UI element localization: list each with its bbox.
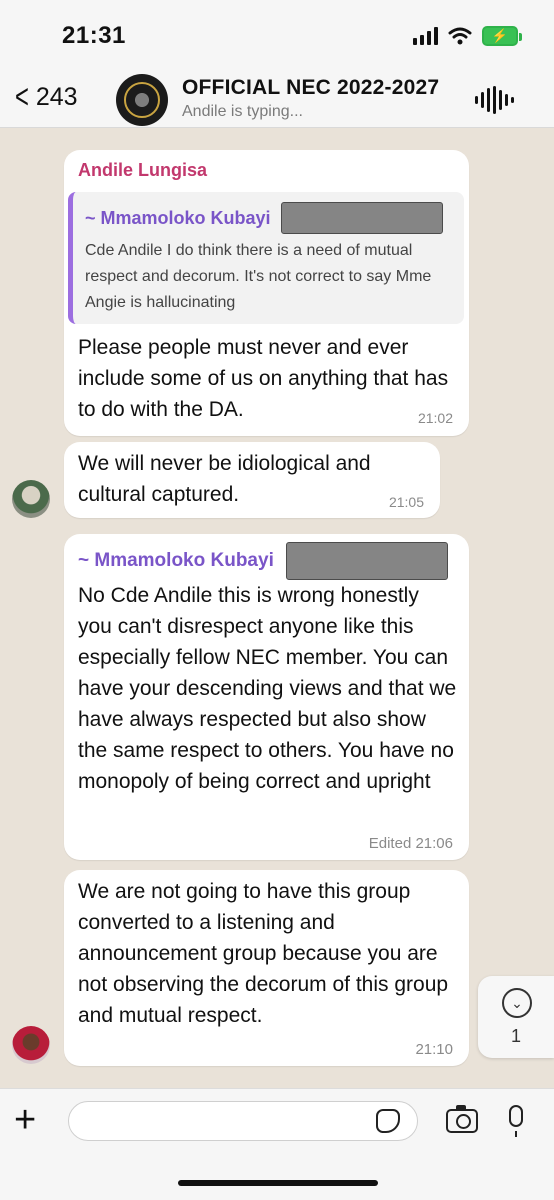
message-time: 21:05 — [388, 494, 424, 510]
message-bubble[interactable]: We will never be idiological and cultura… — [64, 442, 440, 518]
audio-call-icon[interactable] — [475, 86, 514, 114]
message-text: No Cde Andile this is wrong honestly you… — [78, 584, 457, 793]
sender-name[interactable]: ~ Mmamoloko Kubayi — [78, 550, 274, 572]
chevron-down-icon: ⌄ — [502, 988, 532, 1018]
wifi-icon — [448, 27, 472, 45]
status-bar: 21:31 ⚡ — [0, 0, 554, 72]
group-title[interactable]: OFFICIAL NEC 2022-2027 — [182, 76, 439, 100]
sender-avatar[interactable] — [12, 1026, 50, 1064]
sender-name[interactable]: Andile Lungisa — [78, 160, 207, 181]
message-bubble[interactable]: ~ Mmamoloko Kubayi No Cde Andile this is… — [64, 534, 469, 860]
redaction-box — [280, 202, 443, 234]
message-bubble[interactable]: We are not going to have this group conv… — [64, 870, 469, 1066]
group-avatar[interactable] — [116, 74, 168, 126]
redaction-box — [285, 542, 448, 580]
chat-area[interactable]: Andile Lungisa ~ Mmamoloko Kubayi Cde An… — [0, 128, 554, 1088]
message-time: 21:02 — [417, 410, 453, 426]
unread-badge: 1 — [510, 1026, 521, 1046]
message-text: We are not going to have this group conv… — [78, 880, 449, 1027]
message-bubble[interactable]: Andile Lungisa ~ Mmamoloko Kubayi Cde An… — [64, 150, 469, 436]
message-text: Please people must never and ever includ… — [78, 336, 449, 421]
attach-plus-icon[interactable]: + — [14, 1101, 36, 1139]
chat-header: < 243 OFFICIAL NEC 2022-2027 Andile is t… — [0, 72, 554, 128]
unread-count: 243 — [35, 82, 78, 111]
battery-icon: ⚡ — [482, 26, 522, 46]
chevron-left-icon: < — [14, 78, 29, 116]
quote-author: ~ Mmamoloko Kubayi — [85, 207, 271, 228]
typing-status: Andile is typing... — [182, 103, 303, 120]
quoted-message[interactable]: ~ Mmamoloko Kubayi Cde Andile I do think… — [68, 192, 464, 324]
message-text: We will never be idiological and cultura… — [78, 452, 371, 506]
sender-avatar[interactable] — [12, 480, 50, 518]
message-time: 21:10 — [415, 1041, 453, 1058]
status-icons: ⚡ — [413, 26, 522, 46]
back-button[interactable]: < 243 — [12, 80, 78, 114]
signal-icon — [413, 27, 438, 45]
scroll-to-bottom-button[interactable]: ⌄ 1 — [478, 976, 554, 1058]
home-indicator — [178, 1180, 378, 1186]
message-time: Edited 21:06 — [368, 835, 453, 852]
status-time: 21:31 — [62, 22, 126, 49]
message-input[interactable] — [68, 1101, 418, 1141]
quote-text: Cde Andile I do think there is a need of… — [85, 242, 432, 311]
camera-icon[interactable] — [446, 1105, 478, 1133]
microphone-icon[interactable] — [509, 1105, 523, 1137]
